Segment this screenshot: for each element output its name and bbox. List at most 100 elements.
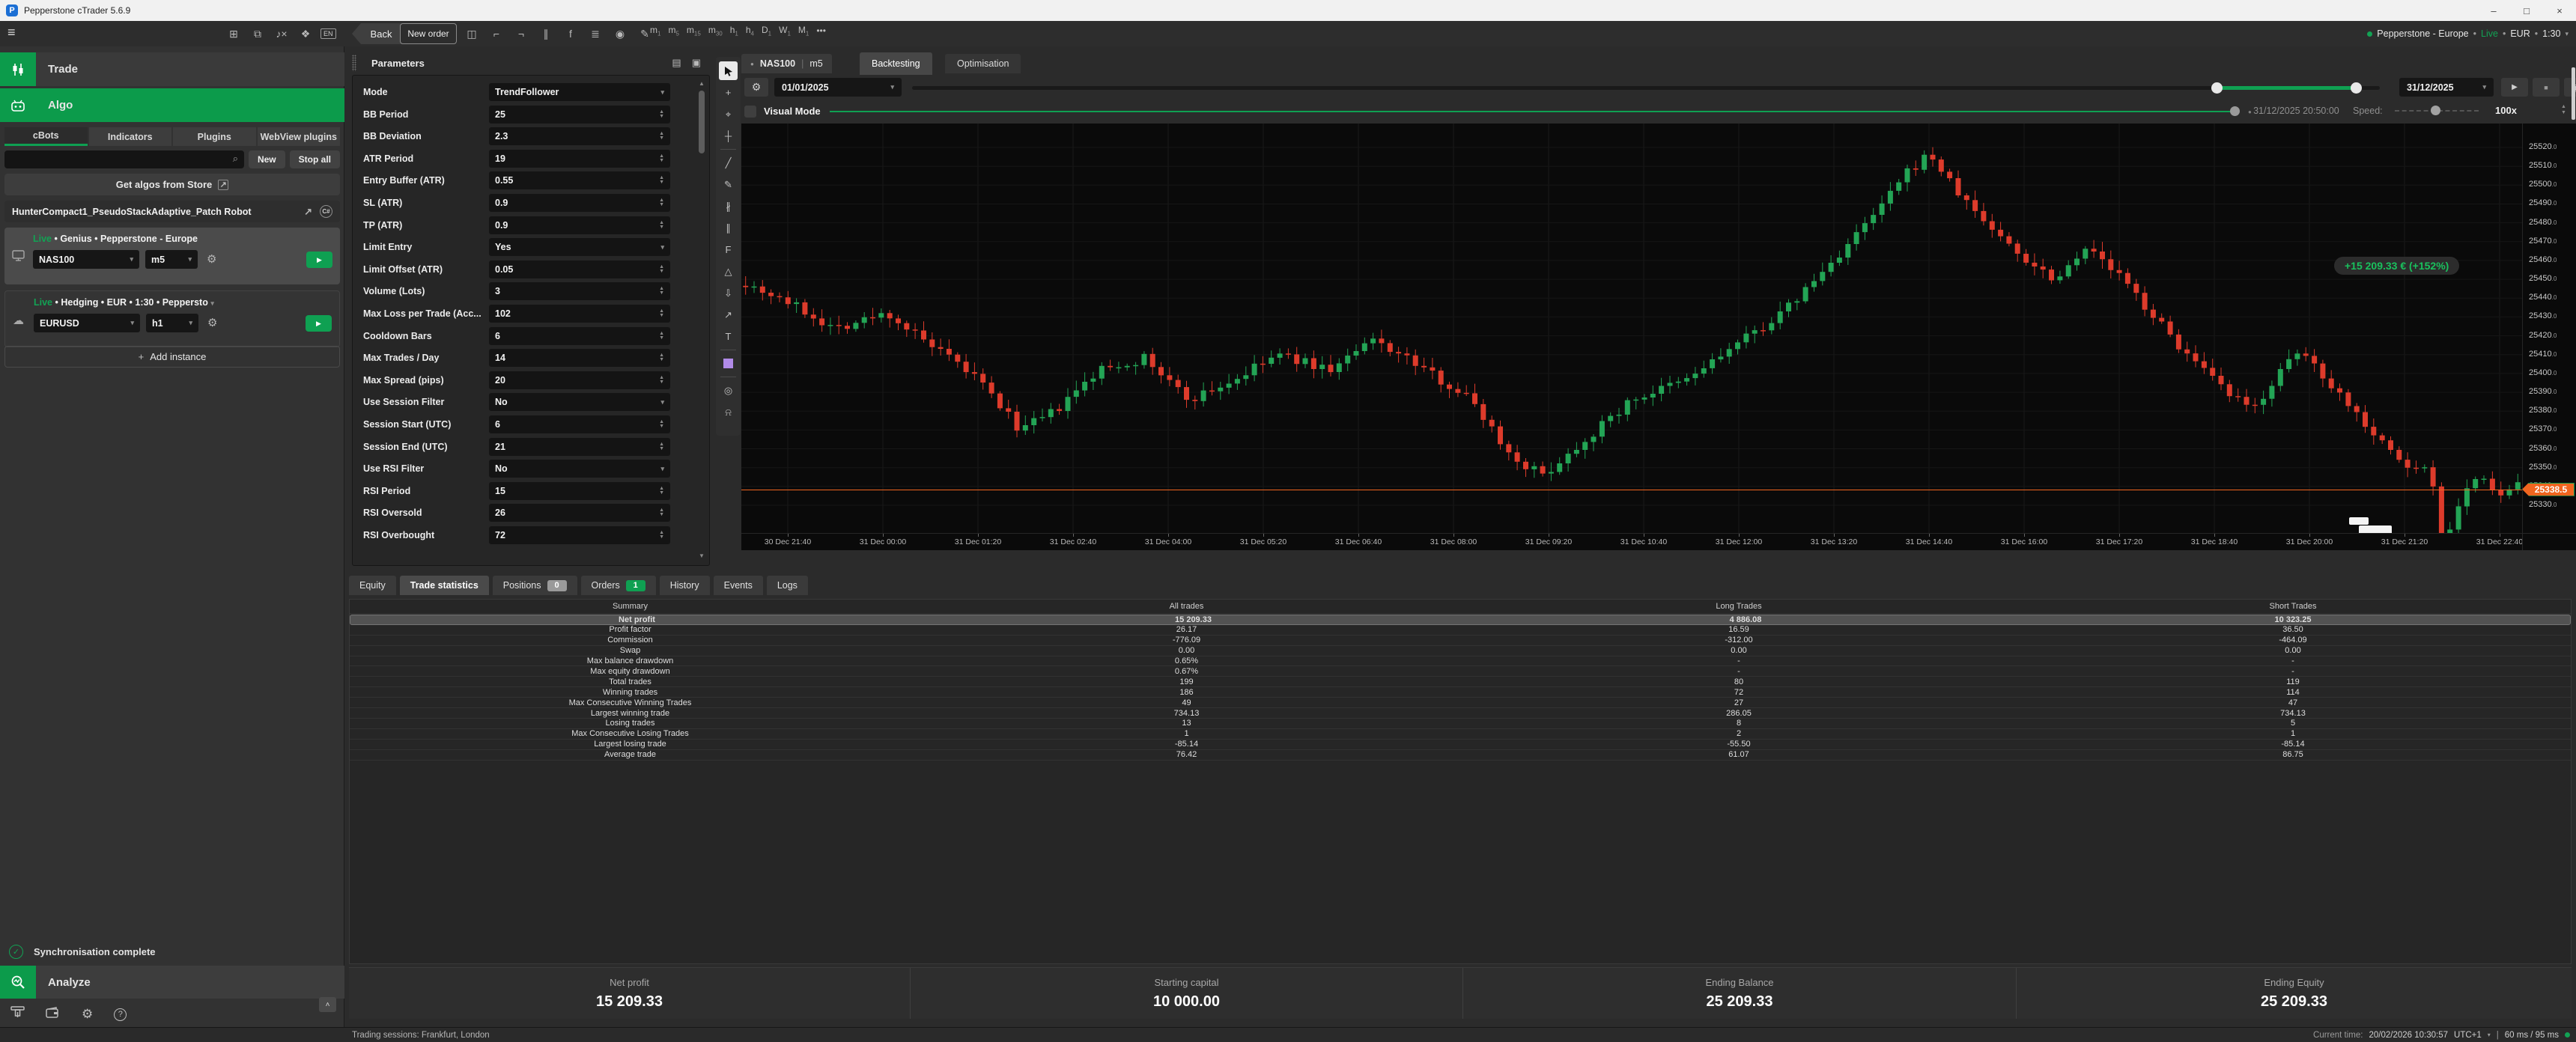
parameter-input[interactable]: 72 ▲ ▼ (489, 526, 670, 544)
tab-cbots[interactable]: cBots (4, 127, 88, 146)
instance-settings-gear-icon[interactable]: ⚙ (207, 316, 217, 329)
withdraw-icon[interactable] (10, 1006, 25, 1023)
color-swatch-tool-icon[interactable] (719, 354, 738, 373)
dot-cross-tool-icon[interactable]: ⌖ (719, 105, 738, 124)
table-row[interactable]: Swap 0.00 0.00 0.00 (350, 646, 2571, 656)
search-input[interactable]: ⌕ (4, 150, 244, 168)
sidebar-item-analyze[interactable]: Analyze (0, 966, 344, 999)
start-date-select[interactable]: 01/01/2025 ▾ (774, 78, 902, 97)
parameter-input[interactable]: 102 ▲ ▼ (489, 305, 670, 323)
table-row[interactable]: Net profit 15 209.33 4 886.08 10 323.25 (350, 615, 2571, 625)
range-end-handle[interactable] (2351, 82, 2362, 94)
function-icon[interactable]: f (562, 25, 580, 43)
table-row[interactable]: Commission -776.09 -312.00 -464.09 (350, 636, 2571, 646)
save-parameters-icon[interactable]: ▣ (692, 57, 701, 69)
symbol-select[interactable]: NAS100 ▾ (33, 250, 139, 269)
start-instance-button[interactable]: ▶ (306, 252, 332, 268)
half-cross-tool-icon[interactable]: ┼ (719, 127, 738, 145)
tab-orders[interactable]: Orders 1 (580, 576, 656, 595)
parameter-input[interactable]: No ▾ (489, 460, 670, 478)
chart-annotation-box[interactable] (2349, 517, 2369, 525)
table-row[interactable]: Total trades 199 80 119 (350, 677, 2571, 688)
parameter-input[interactable]: 26 ▲ ▼ (489, 504, 670, 522)
cbot-list-item[interactable]: HunterCompact1_PseudoStackAdaptive_Patch… (4, 201, 340, 222)
algo-instance[interactable]: Live • Hedging • EUR • 1:30 • Peppersto … (4, 290, 340, 347)
parameter-input[interactable]: 6 ▲ ▼ (489, 415, 670, 433)
table-row[interactable]: Losing trades 13 8 5 (350, 719, 2571, 729)
visual-mode-checkbox[interactable] (744, 106, 756, 118)
parameter-input[interactable]: 6 ▲ ▼ (489, 326, 670, 345)
timeframe-m15[interactable]: m15 (687, 25, 701, 37)
account-selector[interactable]: Pepperstone - Europe • Live • EUR • 1:30… (2367, 21, 2569, 46)
table-row[interactable]: Max balance drawdown 0.65% - - (350, 656, 2571, 667)
tab-trade-statistics[interactable]: Trade statistics (399, 576, 489, 595)
plugins-icon[interactable]: ❖ (297, 25, 315, 43)
freehand-tool-icon[interactable]: ✎ (719, 175, 738, 194)
tab-indicators[interactable]: Indicators (88, 127, 171, 146)
timeframe-h1[interactable]: h1 (730, 25, 738, 37)
timeframe-m1[interactable]: m1 (650, 25, 660, 37)
maximize-button[interactable]: □ (2510, 0, 2543, 21)
timeframe-D1[interactable]: D1 (762, 25, 771, 37)
speed-stepper[interactable]: ▲ ▼ (2561, 104, 2566, 116)
end-date-select[interactable]: 31/12/2025 ▾ (2399, 78, 2494, 97)
sidebar-item-trade[interactable]: Trade (0, 52, 344, 86)
tab-logs[interactable]: Logs (766, 576, 808, 595)
tab-history[interactable]: History (659, 576, 710, 595)
fullscreen-icon[interactable]: ⊞ (225, 25, 243, 43)
progress-handle[interactable] (2230, 106, 2240, 116)
parameter-input[interactable]: 0.9 ▲ ▼ (489, 194, 670, 212)
parameter-input[interactable]: 14 ▲ ▼ (489, 349, 670, 368)
tab-equity[interactable]: Equity (349, 576, 396, 595)
parameter-input[interactable]: 21 ▲ ▼ (489, 437, 670, 456)
camera-tool-icon[interactable]: ◎ (719, 381, 738, 400)
indicator-icon[interactable]: ∥ (537, 25, 555, 43)
alert-bell-tool-icon[interactable]: ⍾ (719, 403, 738, 421)
play-backtest-button[interactable]: ▶ (2501, 78, 2528, 97)
get-algos-store-button[interactable]: Get algos from Store ↗ (4, 174, 340, 195)
range-start-handle[interactable] (2211, 82, 2223, 94)
add-instance-button[interactable]: + Add instance (4, 346, 340, 368)
parameter-input[interactable]: 20 ▲ ▼ (489, 371, 670, 389)
price-axis[interactable]: 25520.0 25510.0 25500.0 25490.0 25480.0 25470… (2522, 124, 2576, 533)
help-icon[interactable]: ? (114, 1008, 127, 1021)
trend-arrow-tool-icon[interactable]: ↗ (719, 305, 738, 324)
triangle-tool-icon[interactable]: △ (719, 262, 738, 281)
magnet-right-icon[interactable]: ¬ (512, 25, 530, 43)
tab-plugins[interactable]: Plugins (173, 127, 256, 146)
parameters-scrollbar[interactable]: ▲ ▼ (699, 80, 705, 559)
drag-handle[interactable] (352, 55, 356, 71)
backtest-settings-gear-icon[interactable]: ⚙ (744, 78, 768, 97)
mute-icon[interactable]: ♪× (273, 25, 291, 43)
tab-positions[interactable]: Positions 0 (492, 576, 577, 595)
parameter-input[interactable]: 25 ▲ ▼ (489, 105, 670, 124)
parameter-input[interactable]: 0.9 ▲ ▼ (489, 216, 670, 234)
copy-icon[interactable]: ⧉ (249, 25, 267, 43)
parallel-lines-tool-icon[interactable]: ∥ (719, 219, 738, 237)
timeframe-m30[interactable]: m30 (708, 25, 723, 37)
layout-icon[interactable]: ◫ (463, 25, 481, 43)
timeframe-W1[interactable]: W1 (779, 25, 791, 37)
new-order-button[interactable]: New order (400, 23, 457, 44)
scrollbar-thumb[interactable] (699, 91, 705, 153)
watch-icon[interactable]: ◉ (611, 25, 629, 43)
table-row[interactable]: Profit factor 26.17 16.59 36.50 (350, 625, 2571, 636)
parameter-input[interactable]: TrendFollower ▾ (489, 83, 670, 101)
table-row[interactable]: Max Consecutive Losing Trades 1 2 1 (350, 729, 2571, 740)
layers-icon[interactable]: ≣ (586, 25, 604, 43)
table-row[interactable]: Average trade 76.42 61.07 86.75 (350, 750, 2571, 761)
close-button[interactable]: × (2543, 0, 2576, 21)
parameter-input[interactable]: 2.3 ▲ ▼ (489, 127, 670, 146)
parameter-input[interactable]: 0.05 ▲ ▼ (489, 260, 670, 278)
symbol-select[interactable]: EURUSD ▾ (34, 314, 140, 332)
price-chart[interactable]: +15 209.33 € (+152%) 50 pips (741, 124, 2522, 533)
table-row[interactable]: Max equity drawdown 0.67% - - (350, 667, 2571, 677)
equidistant-channel-tool-icon[interactable]: ∦ (719, 197, 738, 216)
time-axis[interactable]: 30 Dec 21:40 31 Dec 00:00 31 Dec 01:20 31 D… (741, 533, 2522, 550)
arrow-down-tool-icon[interactable]: ⇩ (719, 284, 738, 302)
parameter-input[interactable]: 19 ▲ ▼ (489, 149, 670, 168)
timeframe-overflow[interactable]: ••• (816, 25, 826, 36)
new-bot-button[interactable]: New (248, 150, 285, 168)
tab-events[interactable]: Events (713, 576, 763, 595)
sidebar-item-algo[interactable]: Algo (0, 88, 344, 122)
